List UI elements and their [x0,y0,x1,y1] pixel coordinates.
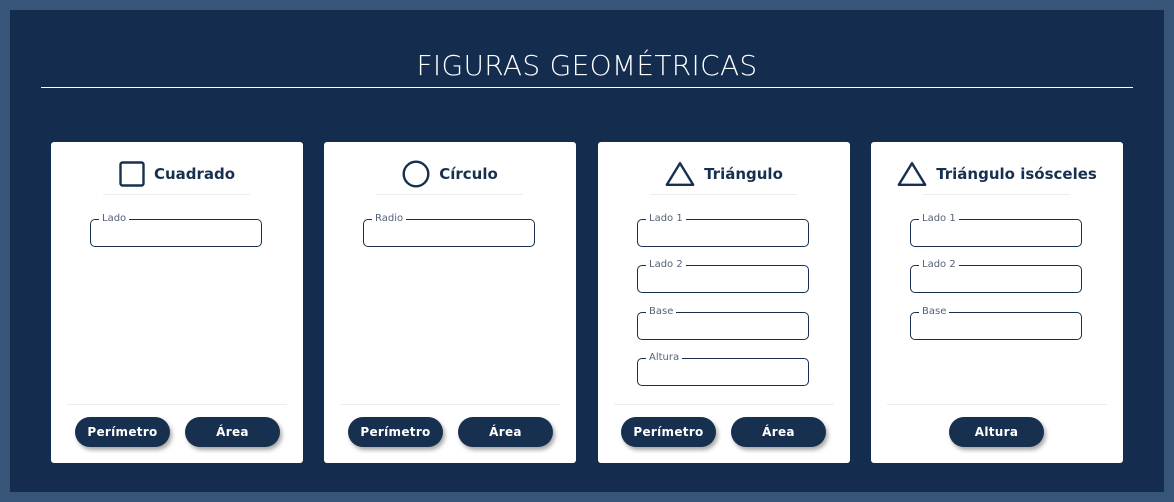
area-button[interactable]: Área [185,417,280,447]
lado1-field[interactable]: Lado 1 [910,212,1082,247]
footer-divider [340,404,560,405]
field-label: Base [646,305,677,319]
field-label: Radio [372,212,407,226]
lado2-input[interactable] [646,271,800,287]
field-label: Lado 1 [919,212,959,226]
card-title: Cuadrado [153,165,236,183]
lado-field[interactable]: Lado [90,212,262,247]
area-button[interactable]: Área [731,417,826,447]
field-label: Lado 2 [919,258,959,272]
header-divider [923,194,1070,195]
lado2-input[interactable] [919,271,1073,287]
radio-field[interactable]: Radio [363,212,535,247]
field-label: Lado [99,212,130,226]
lado-input[interactable] [99,225,253,241]
field-label: Lado 1 [646,212,686,226]
perimetro-button[interactable]: Perímetro [348,417,443,447]
page-title: FIGURAS GEOMÉTRICAS [416,49,758,82]
card-cuadrado: Cuadrado Lado Perímetro Área [51,142,303,463]
altura-input[interactable] [646,364,800,380]
footer-divider [614,404,834,405]
area-button[interactable]: Área [458,417,553,447]
card-title: Triángulo isósceles [936,165,1097,183]
card-circulo: Círculo Radio Perímetro Área [324,142,576,463]
card-title: Círculo [439,165,498,183]
perimetro-button[interactable]: Perímetro [75,417,170,447]
lado2-field[interactable]: Lado 2 [637,258,809,293]
radio-input[interactable] [372,225,526,241]
title-divider [41,87,1133,88]
header-divider [376,194,523,195]
footer-divider [67,404,287,405]
base-input[interactable] [646,318,800,334]
field-label: Altura [646,351,683,365]
header-divider [650,194,797,195]
base-field[interactable]: Base [910,305,1082,340]
triangle-icon [665,161,695,187]
footer-divider [887,404,1107,405]
base-field[interactable]: Base [637,305,809,340]
base-input[interactable] [919,318,1073,334]
square-icon [119,161,145,187]
altura-field[interactable]: Altura [637,351,809,386]
field-label: Lado 2 [646,258,686,272]
card-header: Cuadrado [51,158,303,190]
card-header: Triángulo [598,158,850,190]
lado2-field[interactable]: Lado 2 [910,258,1082,293]
field-label: Base [919,305,950,319]
lado1-input[interactable] [919,225,1073,241]
card-triangulo: Triángulo Lado 1 Lado 2 Base Altura Perí… [598,142,850,463]
card-header: Triángulo isósceles [871,158,1123,190]
card-triangulo-isosceles: Triángulo isósceles Lado 1 Lado 2 Base A… [871,142,1123,463]
perimetro-button[interactable]: Perímetro [621,417,716,447]
circle-icon [402,160,430,188]
card-header: Círculo [324,158,576,190]
card-title: Triángulo [704,165,783,183]
lado1-field[interactable]: Lado 1 [637,212,809,247]
triangle-icon [897,161,927,187]
header-divider [103,194,250,195]
altura-button[interactable]: Altura [949,417,1044,447]
lado1-input[interactable] [646,225,800,241]
app-frame: FIGURAS GEOMÉTRICAS Cuadrado Lado Períme… [10,10,1164,492]
